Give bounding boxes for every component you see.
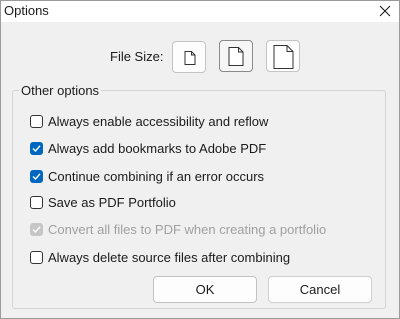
- document-medium-icon: [228, 47, 244, 66]
- file-size-medium-button[interactable]: [219, 40, 253, 72]
- file-size-small-button[interactable]: [172, 41, 206, 73]
- close-button[interactable]: [371, 1, 399, 22]
- option-convert-files-portfolio: Convert all files to PDF when creating a…: [30, 220, 326, 238]
- close-icon: [379, 5, 391, 17]
- options-dialog: Options File Size: Other options Always …: [0, 0, 400, 319]
- option-delete-source-files[interactable]: Always delete source files after combini…: [30, 248, 290, 266]
- option-save-as-portfolio[interactable]: Save as PDF Portfolio: [30, 193, 176, 211]
- option-label: Save as PDF Portfolio: [48, 194, 176, 210]
- checkmark-icon: [32, 225, 41, 233]
- document-large-icon: [273, 45, 294, 69]
- checkbox[interactable]: [30, 141, 43, 155]
- ok-button[interactable]: OK: [153, 276, 257, 303]
- title-bar: Options: [1, 1, 399, 22]
- checkbox: [30, 222, 43, 236]
- option-label: Convert all files to PDF when creating a…: [48, 221, 327, 237]
- checkbox[interactable]: [30, 169, 43, 183]
- document-small-icon: [184, 51, 196, 65]
- option-add-bookmarks[interactable]: Always add bookmarks to Adobe PDF: [30, 139, 266, 157]
- option-label: Always add bookmarks to Adobe PDF: [48, 140, 267, 156]
- checkmark-icon: [32, 144, 41, 152]
- checkbox[interactable]: [30, 114, 43, 128]
- checkbox[interactable]: [30, 250, 43, 264]
- option-label: Continue combining if an error occurs: [48, 168, 265, 184]
- option-label: Always enable accessibility and reflow: [48, 113, 269, 129]
- option-enable-accessibility[interactable]: Always enable accessibility and reflow: [30, 112, 268, 130]
- cancel-button[interactable]: Cancel: [268, 276, 372, 303]
- window-title: Options: [4, 3, 49, 18]
- option-continue-on-error[interactable]: Continue combining if an error occurs: [30, 167, 264, 185]
- option-label: Always delete source files after combini…: [48, 249, 291, 265]
- checkmark-icon: [32, 172, 41, 180]
- checkbox[interactable]: [30, 195, 43, 209]
- other-options-title: Other options: [19, 83, 102, 98]
- file-size-large-button[interactable]: [266, 40, 300, 72]
- file-size-label: File Size:: [110, 49, 164, 64]
